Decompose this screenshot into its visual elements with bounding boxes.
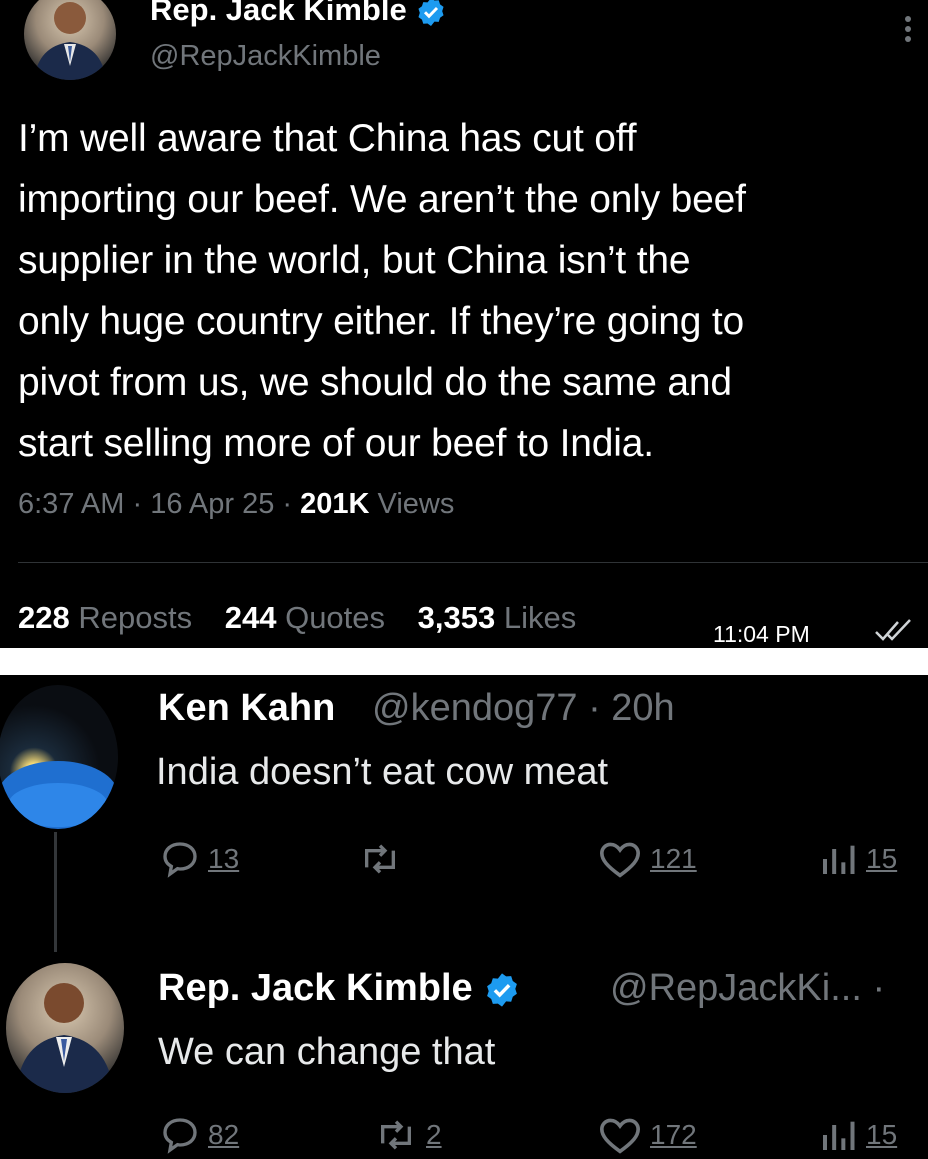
- like-button[interactable]: 172: [598, 1115, 697, 1155]
- repost-icon: [365, 844, 395, 874]
- reply-button[interactable]: 13: [160, 839, 239, 879]
- reply-author-name-text: Rep. Jack Kimble: [158, 967, 473, 1009]
- reply-icon: [163, 842, 197, 878]
- reposts-stat[interactable]: 228 Reposts: [18, 600, 201, 635]
- views-count: 15: [866, 843, 898, 874]
- views-icon: [823, 845, 855, 874]
- quotes-label: Quotes: [285, 600, 386, 635]
- thread-line: [54, 832, 57, 952]
- likes-label: Likes: [503, 600, 577, 635]
- reply-text: We can change that: [158, 1031, 496, 1073]
- reply-handle-time[interactable]: @kendog77 · 20h: [372, 687, 675, 730]
- more-icon[interactable]: [896, 8, 920, 48]
- views-button[interactable]: 15: [818, 839, 897, 879]
- divider: [18, 562, 928, 563]
- reposts-label: Reposts: [78, 600, 193, 635]
- main-tweet: Rep. Jack Kimble @RepJackKimble I’m well…: [0, 0, 928, 648]
- reply-text: India doesn’t eat cow meat: [156, 751, 609, 793]
- quotes-count: 244: [224, 600, 277, 635]
- tweet-text-line: supplier in the world, but China isn’t t…: [18, 239, 691, 282]
- views-button[interactable]: 15: [818, 1115, 897, 1155]
- verified-badge-icon: [487, 973, 518, 1007]
- tweet-date[interactable]: 16 Apr 25: [150, 488, 274, 520]
- tweet-metadata: 6:37 AM · 16 Apr 25 · 201K Views: [18, 488, 454, 521]
- repost-icon: [381, 1120, 411, 1150]
- like-count: 172: [650, 1119, 697, 1150]
- reply-author-name[interactable]: Ken Kahn: [158, 687, 335, 730]
- reply-count: 82: [208, 1119, 240, 1150]
- reply-button[interactable]: 82: [160, 1115, 239, 1155]
- message-timestamp: 11:04 PM: [713, 621, 810, 647]
- reply-avatar[interactable]: [6, 963, 124, 1093]
- tweet-text-line: pivot from us, we should do the same and: [18, 361, 732, 404]
- reply-icon: [163, 1118, 197, 1154]
- tweet-text-line: start selling more of our beef to India.: [18, 422, 654, 465]
- author-avatar[interactable]: [24, 0, 116, 80]
- reply-avatar[interactable]: [0, 685, 118, 829]
- reposts-count: 228: [18, 600, 70, 635]
- repost-button[interactable]: [358, 839, 410, 879]
- like-count: 121: [650, 843, 697, 874]
- views-icon: [823, 1121, 855, 1150]
- reply-author-name[interactable]: Rep. Jack Kimble: [158, 967, 521, 1010]
- likes-count: 3,353: [417, 600, 496, 635]
- reply-handle[interactable]: @RepJackKi... ·: [610, 967, 885, 1010]
- replies-section: Ken Kahn @kendog77 · 20h India doesn’t e…: [0, 675, 928, 1159]
- verified-badge-icon: [418, 0, 444, 26]
- like-icon: [599, 842, 641, 878]
- tweet-text-line: importing our beef. We aren’t the only b…: [18, 178, 746, 221]
- quotes-stat[interactable]: 244 Quotes: [225, 600, 394, 635]
- separator: ·: [132, 488, 143, 520]
- views-count: 15: [866, 1119, 898, 1150]
- author-handle[interactable]: @RepJackKimble: [150, 40, 381, 73]
- views-label: Views: [377, 488, 455, 520]
- repost-button[interactable]: 2: [374, 1115, 442, 1155]
- tweet-text-line: only huge country either. If they’re goi…: [18, 300, 744, 343]
- separator: ·: [282, 488, 293, 520]
- tweet-text: I’m well aware that China has cut off im…: [18, 108, 918, 474]
- views-count: 201K: [300, 488, 370, 520]
- like-icon: [599, 1118, 641, 1154]
- author-name-text: Rep. Jack Kimble: [150, 0, 407, 27]
- likes-stat[interactable]: 3,353 Likes: [418, 600, 577, 635]
- repost-count: 2: [426, 1119, 442, 1150]
- reply-count: 13: [208, 843, 240, 874]
- double-check-icon: [875, 619, 911, 641]
- engagement-stats: 228 Reposts 244 Quotes 3,353 Likes: [18, 600, 600, 636]
- tweet-time[interactable]: 6:37 AM: [18, 488, 124, 520]
- author-name[interactable]: Rep. Jack Kimble: [150, 0, 447, 28]
- like-button[interactable]: 121: [598, 839, 697, 879]
- tweet-text-line: I’m well aware that China has cut off: [18, 117, 637, 160]
